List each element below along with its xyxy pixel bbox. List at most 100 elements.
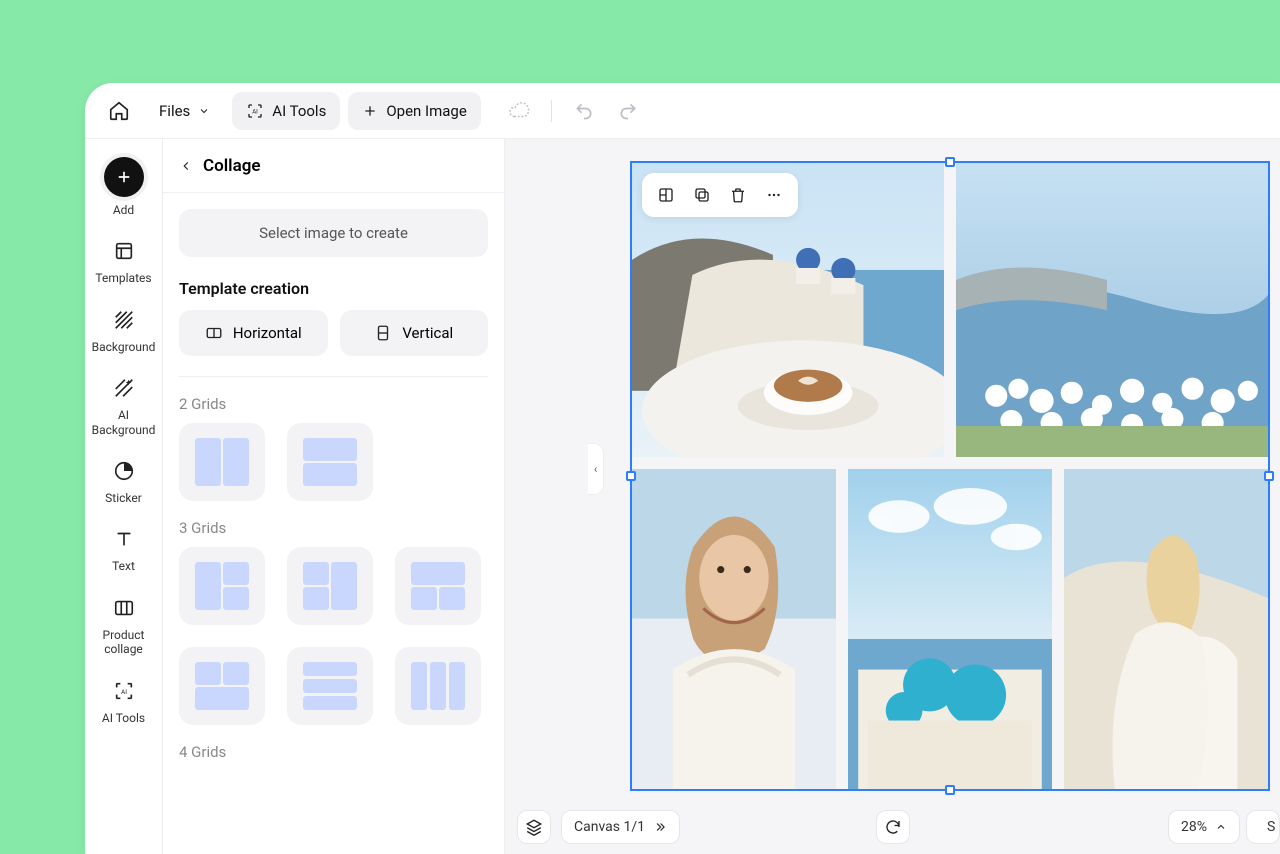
- duplicate-button[interactable]: [686, 179, 718, 211]
- resize-handle-top[interactable]: [945, 157, 955, 167]
- layout-button[interactable]: [650, 179, 682, 211]
- rail-ai-tools[interactable]: AI AI Tools: [85, 669, 162, 733]
- layout-icon: [657, 186, 675, 204]
- layers-button[interactable]: [517, 810, 551, 844]
- undo-icon: [574, 101, 594, 121]
- ai-tools-label: AI Tools: [272, 102, 326, 120]
- vertical-label: Vertical: [402, 324, 453, 342]
- home-icon: [108, 100, 130, 122]
- panel-collapse-handle[interactable]: ‹: [588, 443, 604, 495]
- sticker-icon: [110, 457, 138, 485]
- trash-icon: [729, 186, 747, 204]
- plus-circle-icon: [104, 157, 144, 197]
- ai-tools-icon: AI: [110, 677, 138, 705]
- rail-ai-tools-label: AI Tools: [102, 711, 145, 725]
- open-image-button[interactable]: Open Image: [348, 92, 480, 130]
- cloud-dotted-icon: [508, 100, 530, 122]
- cloud-status: [501, 93, 537, 129]
- grids2-label: 2 Grids: [179, 395, 488, 413]
- horizontal-label: Horizontal: [233, 324, 302, 342]
- chevrons-right-icon: [653, 820, 667, 834]
- canvas-label: Canvas 1/1: [574, 819, 645, 835]
- sync-icon: [884, 818, 902, 836]
- sync-button[interactable]: [876, 810, 910, 844]
- canvas-chip[interactable]: Canvas 1/1: [561, 810, 680, 844]
- dots-icon: [765, 186, 783, 204]
- grid-3-f[interactable]: [395, 647, 481, 725]
- files-label: Files: [159, 102, 190, 120]
- collage-grid: [632, 163, 1268, 789]
- rail-templates-label: Templates: [95, 271, 151, 285]
- collage-cell-3[interactable]: [632, 469, 836, 789]
- rail-templates[interactable]: Templates: [85, 229, 162, 293]
- grid-3-d[interactable]: [179, 647, 265, 725]
- rail-background[interactable]: Background: [85, 298, 162, 362]
- rail-ai-background[interactable]: AI Background: [85, 366, 162, 445]
- top-toolbar: Files AI AI Tools Open Image: [85, 83, 1280, 139]
- vertical-icon: [374, 324, 392, 342]
- resize-handle-bottom[interactable]: [945, 785, 955, 795]
- collage-cell-4[interactable]: [848, 469, 1052, 789]
- rail-text[interactable]: Text: [85, 517, 162, 581]
- duplicate-icon: [693, 186, 711, 204]
- select-image-create-button[interactable]: Select image to create: [179, 209, 488, 257]
- rail-sticker[interactable]: Sticker: [85, 449, 162, 513]
- vertical-button[interactable]: Vertical: [340, 310, 489, 356]
- horizontal-icon: [205, 324, 223, 342]
- delete-button[interactable]: [722, 179, 754, 211]
- rail-sticker-label: Sticker: [105, 491, 142, 505]
- zoom-chip[interactable]: 28%: [1168, 810, 1240, 844]
- svg-text:AI: AI: [253, 108, 259, 115]
- rail-add-label: Add: [113, 203, 134, 217]
- ai-background-icon: [110, 374, 138, 402]
- grid-2-vertical[interactable]: [179, 423, 265, 501]
- chevron-down-icon: [198, 105, 210, 117]
- left-rail: Add Templates Background AI Background S…: [85, 139, 163, 854]
- grids3-label: 3 Grids: [179, 519, 488, 537]
- canvas-selection[interactable]: [630, 161, 1270, 791]
- panel-title: Collage: [203, 156, 261, 176]
- home-button[interactable]: [101, 93, 137, 129]
- redo-icon: [618, 101, 638, 121]
- grid-3-e[interactable]: [287, 647, 373, 725]
- horizontal-button[interactable]: Horizontal: [179, 310, 328, 356]
- resize-handle-right[interactable]: [1264, 471, 1274, 481]
- clipped-button[interactable]: S: [1246, 810, 1280, 844]
- collage-panel: Collage Select image to create Template …: [163, 139, 505, 854]
- grid-3-b[interactable]: [287, 547, 373, 625]
- undo-button[interactable]: [566, 93, 602, 129]
- rail-product-collage[interactable]: Product collage: [85, 586, 162, 665]
- grid-3-c[interactable]: [395, 547, 481, 625]
- templates-icon: [110, 237, 138, 265]
- redo-button[interactable]: [610, 93, 646, 129]
- grid-3-a[interactable]: [179, 547, 265, 625]
- rail-product-collage-label: Product collage: [85, 628, 162, 657]
- files-menu[interactable]: Files: [145, 92, 224, 130]
- collage-cell-5[interactable]: [1064, 469, 1268, 789]
- grid-2-horizontal[interactable]: [287, 423, 373, 501]
- zoom-label: 28%: [1181, 819, 1207, 835]
- plus-icon: [362, 103, 378, 119]
- collage-cell-2[interactable]: [956, 163, 1268, 457]
- layers-icon: [525, 818, 543, 836]
- product-collage-icon: [110, 594, 138, 622]
- ai-tools-button[interactable]: AI AI Tools: [232, 92, 340, 130]
- template-creation-title: Template creation: [179, 279, 488, 298]
- ai-corners-icon: AI: [246, 102, 264, 120]
- back-icon[interactable]: [179, 159, 193, 173]
- selection-toolbar: [642, 173, 798, 217]
- rail-ai-bg-label: AI Background: [85, 408, 162, 437]
- resize-handle-left[interactable]: [626, 471, 636, 481]
- grids4-label: 4 Grids: [179, 743, 488, 761]
- canvas-area[interactable]: Canvas 1/1 28% S: [505, 139, 1280, 854]
- rail-text-label: Text: [112, 559, 135, 573]
- more-button[interactable]: [758, 179, 790, 211]
- text-icon: [110, 525, 138, 553]
- select-create-label: Select image to create: [259, 224, 408, 242]
- chevron-up-icon: [1215, 821, 1227, 833]
- toolbar-separator: [551, 100, 552, 122]
- background-icon: [110, 306, 138, 334]
- rail-add[interactable]: Add: [85, 149, 162, 225]
- rail-background-label: Background: [92, 340, 156, 354]
- open-image-label: Open Image: [386, 102, 466, 120]
